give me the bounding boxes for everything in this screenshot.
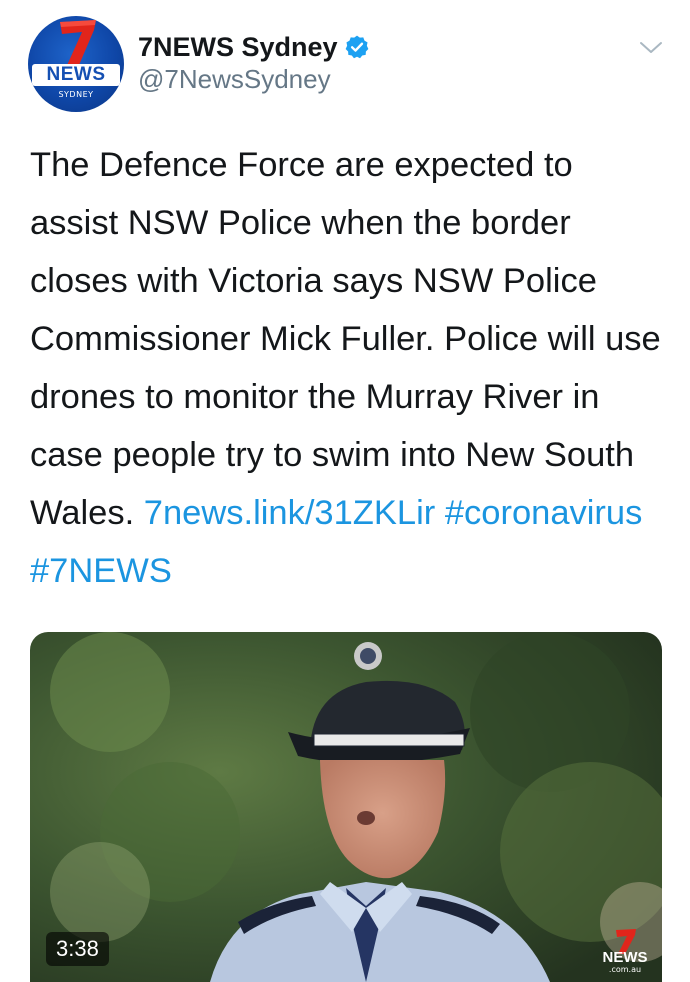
avatar-city-text: SYDNEY (58, 90, 94, 99)
avatar-brand-text: NEWS (32, 64, 120, 86)
avatar[interactable]: NEWS SYDNEY (28, 16, 124, 112)
video-thumbnail (30, 632, 662, 982)
watermark-domain-text: .com.au (608, 965, 642, 974)
name-row: 7NEWS Sydney (138, 30, 370, 64)
tweet-body: The Defence Force are expected to assist… (30, 146, 661, 532)
account-handle[interactable]: @7NewsSydney (138, 64, 331, 95)
tweet-text: The Defence Force are expected to assist… (30, 136, 670, 600)
tweet-header: NEWS SYDNEY 7NEWS Sydney @7NewsSydney (28, 16, 668, 116)
display-name[interactable]: 7NEWS Sydney (138, 32, 338, 63)
hashtag-coronavirus[interactable]: #coronavirus (445, 494, 643, 532)
verified-badge-icon (345, 35, 368, 59)
watermark-brand-text: NEWS (602, 949, 648, 966)
chevron-down-icon[interactable] (636, 36, 666, 58)
tweet-link[interactable]: 7news.link/31ZKLir (144, 494, 435, 532)
video-player[interactable]: 3:38 NEWS .com.au (30, 632, 662, 982)
7news-watermark: NEWS .com.au (596, 928, 654, 978)
hashtag-7news[interactable]: #7NEWS (30, 552, 172, 590)
video-duration: 3:38 (46, 932, 109, 966)
